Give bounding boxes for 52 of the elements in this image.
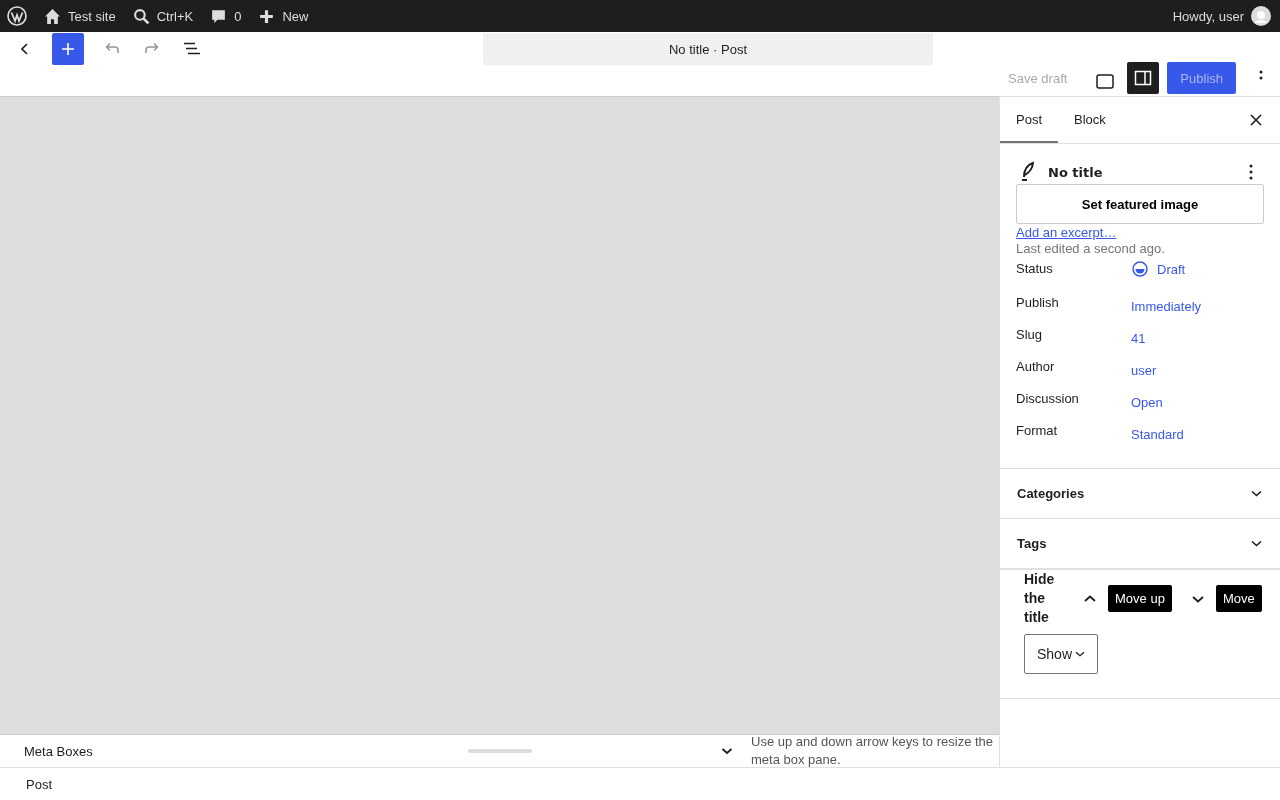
site-link[interactable]: Test site [44, 7, 116, 25]
settings-button[interactable] [1127, 62, 1160, 94]
field-value-link[interactable]: Open [1131, 388, 1163, 410]
meta-boxes-title: Meta Boxes [24, 743, 94, 759]
field-label: Slug [1016, 326, 1044, 342]
document-title-bar[interactable]: No title · Post [483, 33, 933, 65]
greeting[interactable]: Howdy, user [1172, 8, 1244, 24]
field-label: Author [1016, 358, 1056, 374]
field-value-link[interactable]: user [1131, 356, 1157, 378]
resize-hint: Use up and down arrow keys to resize the meta box pane. [751, 733, 995, 769]
breadcrumb[interactable]: Post [26, 776, 52, 792]
site-name: Test site [68, 8, 116, 24]
chevron-icon [1251, 540, 1262, 547]
comment-icon [210, 7, 228, 25]
preview-icon[interactable] [1095, 71, 1116, 91]
hide-title-label: Hide the title [1024, 570, 1056, 627]
post-title: No title [1048, 164, 1103, 180]
comment-count: 0 [234, 8, 242, 24]
sidebar-tab[interactable]: Block [1058, 97, 1122, 143]
search-icon [132, 7, 150, 25]
panel-header[interactable]: Tags [1000, 519, 1280, 569]
chevron-icon [1251, 490, 1262, 497]
new-label: New [282, 8, 309, 24]
field-label: Discussion [1016, 390, 1080, 406]
field-label: Status [1016, 260, 1054, 276]
field-label: Publish [1016, 294, 1060, 310]
comments-link[interactable]: 0 [210, 7, 242, 25]
field-value-link[interactable]: Standard [1131, 420, 1184, 442]
home-icon [44, 7, 61, 25]
half-circle-icon [1131, 260, 1149, 278]
field-value-link[interactable]: Draft [1131, 258, 1186, 278]
field-value-link[interactable]: Immediately [1131, 292, 1202, 314]
shortcut-label: Ctrl+K [156, 8, 194, 24]
field-value-link[interactable]: 41 [1131, 324, 1146, 346]
tooltip: Move [1215, 585, 1262, 612]
chevron-left-icon [20, 43, 28, 55]
search-link[interactable]: Ctrl+K [132, 7, 194, 25]
select-field[interactable]: Show [1024, 634, 1098, 674]
plus-icon [258, 7, 276, 25]
add-excerpt-link[interactable]: Add an excerpt… [1016, 225, 1117, 240]
add-block-button[interactable] [52, 33, 84, 65]
last-edited-text: Last edited a second ago. [1016, 241, 1166, 256]
wordpress-logo-icon[interactable] [7, 6, 27, 26]
resize-handle[interactable] [468, 749, 532, 753]
more-options-icon[interactable] [1248, 162, 1254, 182]
sidebar-tab[interactable]: Post [1000, 97, 1058, 143]
panel-header[interactable]: Categories [1000, 469, 1280, 519]
tooltip: Move up [1108, 585, 1172, 612]
set-featured-image-button[interactable]: Set featured image [1016, 184, 1264, 224]
field-label: Format [1016, 422, 1059, 438]
new-link[interactable]: New [258, 7, 309, 25]
avatar-icon[interactable] [1251, 6, 1271, 26]
